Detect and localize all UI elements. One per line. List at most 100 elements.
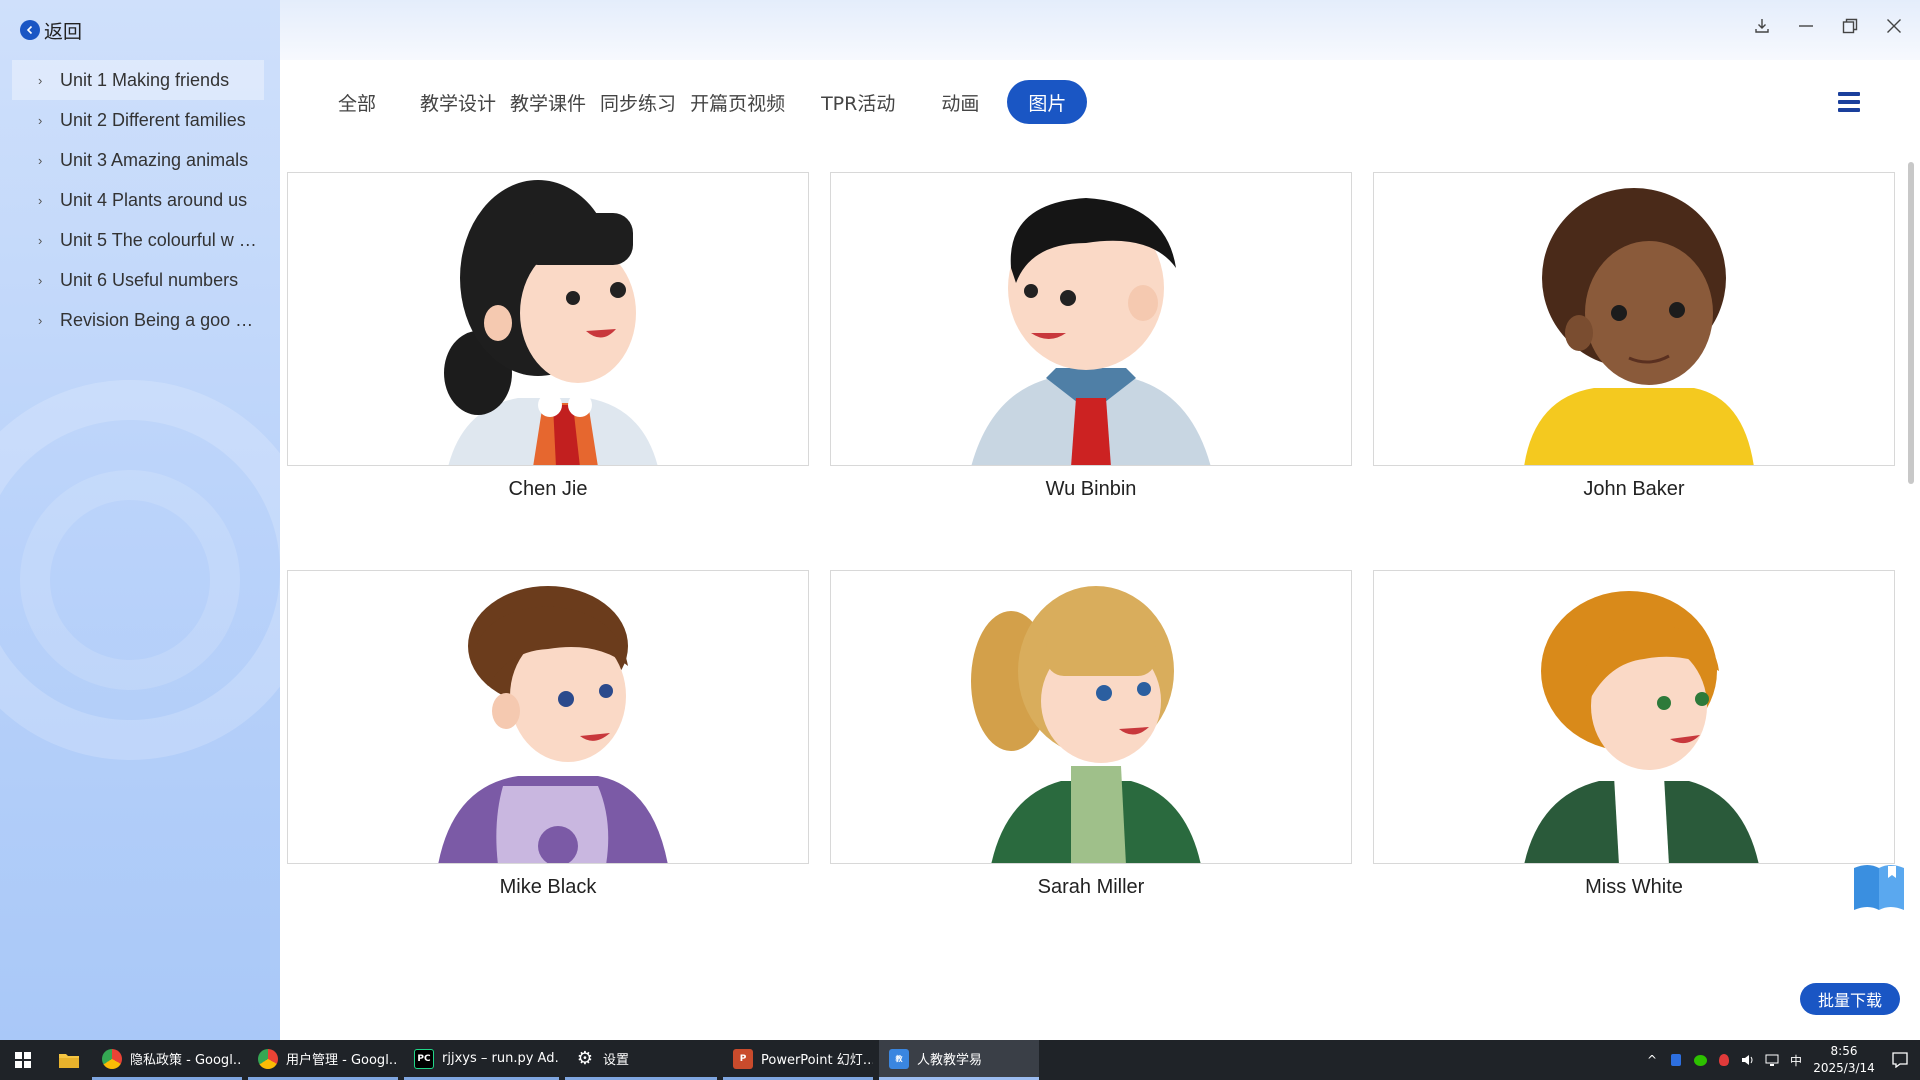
sidebar-item-unit-6[interactable]: › Unit 6 Useful numbers — [12, 260, 264, 300]
chevron-right-icon: › — [38, 152, 43, 168]
chevron-right-icon: › — [38, 232, 43, 248]
picture-card[interactable]: Sarah Miller — [830, 570, 1352, 899]
notification-button[interactable] — [1880, 1040, 1920, 1080]
book-icon[interactable] — [1850, 860, 1908, 914]
gear-icon: ⚙ — [576, 1048, 594, 1069]
clock-date: 2025/3/14 — [1813, 1061, 1875, 1075]
character-name: Wu Binbin — [1045, 478, 1137, 500]
close-button[interactable] — [1882, 14, 1906, 38]
windows-icon — [15, 1052, 31, 1068]
task-label: rjjxys – run.py Ad… — [442, 1051, 559, 1066]
character-image-wu-binbin — [830, 172, 1352, 466]
volume-icon[interactable] — [1736, 1040, 1760, 1080]
back-arrow-icon — [20, 20, 40, 40]
tab-teaching-design[interactable]: 教学设计 — [414, 80, 510, 124]
chevron-right-icon: › — [38, 112, 43, 128]
unit-label: Unit 1 Making friends — [60, 69, 230, 90]
minimize-button[interactable] — [1794, 14, 1818, 38]
back-button[interactable]: 返回 — [20, 16, 82, 44]
taskbar-item-chrome-privacy[interactable]: 隐私政策 - Googl… — [92, 1040, 242, 1080]
picture-card[interactable]: John Baker — [1373, 172, 1895, 501]
unit-label: Revision Being a goo … — [60, 309, 254, 330]
sidebar: 返回 › Unit 1 Making friends › Unit 2 Differ… — [0, 0, 280, 1040]
category-tabs: 全部 教学设计 教学课件 同步练习 开篇页视频 TPR活动 动画 图片 — [320, 80, 1088, 124]
restore-icon — [1842, 18, 1858, 34]
tab-tpr-activity[interactable]: TPR活动 — [805, 80, 925, 124]
unit-label: Unit 3 Amazing animals — [60, 149, 249, 170]
scrollbar[interactable] — [1908, 162, 1914, 484]
picture-card[interactable]: Mike Black — [287, 570, 809, 899]
download-button[interactable] — [1750, 14, 1774, 38]
batch-download-button[interactable]: 批量下载 — [1800, 983, 1900, 1015]
task-label: 人教教学易 — [917, 1053, 983, 1068]
tab-practice[interactable]: 同步练习 — [600, 80, 690, 124]
system-tray: ^ 中 8:56 2025/3/14 — [1640, 1040, 1920, 1080]
title-bar — [280, 0, 1920, 60]
taskbar: 隐私政策 - Googl… 用户管理 - Googl… PC rjjxys – … — [0, 1040, 1920, 1080]
bluetooth-icon[interactable] — [1664, 1040, 1688, 1080]
pycharm-icon: PC — [414, 1048, 434, 1069]
chevron-right-icon: › — [38, 192, 43, 208]
sidebar-item-unit-4[interactable]: › Unit 4 Plants around us — [12, 180, 264, 220]
picture-card[interactable]: Chen Jie — [287, 172, 809, 501]
sidebar-item-revision[interactable]: › Revision Being a goo … — [12, 300, 264, 340]
minimize-icon — [1799, 25, 1813, 27]
picture-card[interactable]: Miss White — [1373, 570, 1895, 899]
taskbar-item-settings[interactable]: ⚙ 设置 — [565, 1040, 717, 1080]
ime-indicator[interactable]: 中 — [1784, 1040, 1808, 1080]
character-name: John Baker — [1583, 478, 1685, 500]
app-icon: 教 — [889, 1048, 909, 1069]
taskbar-item-chrome-users[interactable]: 用户管理 - Googl… — [248, 1040, 398, 1080]
chevron-up-icon[interactable]: ^ — [1640, 1040, 1664, 1080]
sidebar-item-unit-1[interactable]: › Unit 1 Making friends — [12, 60, 264, 100]
character-name: Sarah Miller — [1037, 876, 1145, 898]
unit-list: › Unit 1 Making friends › Unit 2 Different… — [12, 60, 264, 340]
character-name: Mike Black — [499, 876, 597, 898]
clock[interactable]: 8:56 2025/3/14 — [1808, 1043, 1880, 1077]
window-controls — [1750, 14, 1906, 38]
folder-icon — [59, 1054, 79, 1068]
sidebar-item-unit-5[interactable]: › Unit 5 The colourful w … — [12, 220, 264, 260]
chrome-icon — [258, 1048, 278, 1069]
picture-card[interactable]: Wu Binbin — [830, 172, 1352, 501]
download-icon — [1755, 19, 1769, 33]
character-name: Miss White — [1585, 876, 1683, 898]
back-label: 返回 — [44, 20, 83, 43]
chevron-right-icon: › — [38, 72, 43, 88]
unit-label: Unit 4 Plants around us — [60, 189, 248, 210]
tab-pictures[interactable]: 图片 — [1007, 80, 1088, 124]
unit-label: Unit 5 The colourful w … — [60, 229, 257, 250]
clock-time: 8:56 — [1830, 1044, 1858, 1058]
character-image-mike-black — [287, 570, 809, 864]
sidebar-item-unit-2[interactable]: › Unit 2 Different families — [12, 100, 264, 140]
character-image-sarah-miller — [830, 570, 1352, 864]
character-image-chen-jie — [287, 172, 809, 466]
task-label: 隐私政策 - Googl… — [130, 1053, 242, 1068]
start-button[interactable] — [0, 1040, 46, 1080]
taskbar-item-pycharm[interactable]: PC rjjxys – run.py Ad… — [404, 1040, 559, 1080]
close-icon — [1887, 19, 1901, 33]
task-label: 设置 — [603, 1053, 630, 1068]
taskbar-item-powerpoint[interactable]: P PowerPoint 幻灯… — [723, 1040, 873, 1080]
menu-icon[interactable] — [1838, 92, 1860, 112]
character-image-miss-white — [1373, 570, 1895, 864]
wechat-icon[interactable] — [1688, 1040, 1712, 1080]
sidebar-decoration — [20, 470, 240, 690]
character-name: Chen Jie — [508, 478, 588, 500]
sidebar-item-unit-3[interactable]: › Unit 3 Amazing animals — [12, 140, 264, 180]
network-icon[interactable] — [1760, 1040, 1784, 1080]
taskbar-item-renjiao[interactable]: 教 人教教学易 — [879, 1040, 1039, 1080]
tab-all[interactable]: 全部 — [320, 80, 414, 124]
task-label: PowerPoint 幻灯… — [761, 1053, 873, 1068]
tab-courseware[interactable]: 教学课件 — [510, 80, 600, 124]
tab-animation[interactable]: 动画 — [925, 80, 995, 124]
unit-label: Unit 6 Useful numbers — [60, 269, 239, 290]
tab-opening-video[interactable]: 开篇页视频 — [690, 80, 805, 124]
character-image-john-baker — [1373, 172, 1895, 466]
qq-icon[interactable] — [1712, 1040, 1736, 1080]
chrome-icon — [102, 1048, 122, 1069]
chevron-right-icon: › — [38, 272, 43, 288]
chevron-right-icon: › — [38, 312, 43, 328]
restore-button[interactable] — [1838, 14, 1862, 38]
file-explorer-button[interactable] — [46, 1040, 92, 1080]
